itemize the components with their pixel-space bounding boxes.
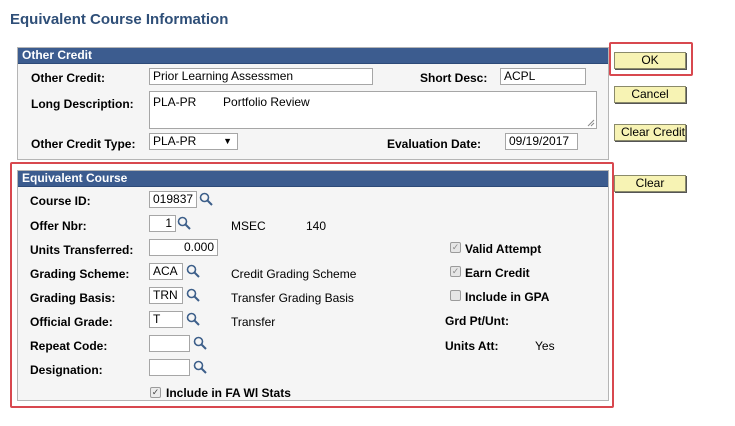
include-gpa-label: Include in GPA <box>465 290 550 304</box>
other-credit-label: Other Credit: <box>31 71 106 85</box>
long-desc-textarea[interactable]: PLA-PR Portfolio Review <box>149 91 597 129</box>
grading-scheme-input[interactable]: ACA <box>149 263 183 280</box>
ok-button[interactable]: OK <box>614 52 686 69</box>
units-transferred-input[interactable]: 0.000 <box>149 239 218 256</box>
course-id-input[interactable]: 019837 <box>149 191 197 208</box>
search-icon[interactable] <box>193 336 207 350</box>
search-icon[interactable] <box>199 192 213 206</box>
units-att-label: Units Att: <box>445 339 499 353</box>
fa-stats-label: Include in FA Wl Stats <box>166 386 291 400</box>
grading-basis-label: Grading Basis: <box>30 291 116 305</box>
search-icon[interactable] <box>186 288 200 302</box>
resize-grip-icon[interactable] <box>587 119 595 127</box>
designation-input[interactable] <box>149 359 190 376</box>
course-id-label: Course ID: <box>30 194 91 208</box>
designation-label: Designation: <box>30 363 103 377</box>
earn-credit-checkbox[interactable]: ✓ <box>450 266 461 277</box>
other-credit-type-label: Other Credit Type: <box>31 137 136 151</box>
grading-scheme-label: Grading Scheme: <box>30 267 130 281</box>
fa-stats-checkbox[interactable]: ✓ <box>150 387 161 398</box>
long-desc-value: PLA-PR Portfolio Review <box>153 95 310 109</box>
other-credit-header: Other Credit <box>18 48 608 64</box>
clear-credit-button[interactable]: Clear Credit <box>614 124 686 141</box>
offer-nbr-input[interactable]: 1 <box>149 215 176 232</box>
short-desc-label: Short Desc: <box>420 71 488 85</box>
repeat-code-input[interactable] <box>149 335 190 352</box>
include-gpa-checkbox[interactable] <box>450 290 461 301</box>
search-icon[interactable] <box>186 312 200 326</box>
other-credit-type-value: PLA-PR <box>153 134 197 148</box>
valid-attempt-label: Valid Attempt <box>465 242 542 256</box>
grading-basis-desc: Transfer Grading Basis <box>231 291 354 305</box>
grading-scheme-desc: Credit Grading Scheme <box>231 267 357 281</box>
valid-attempt-checkbox[interactable]: ✓ <box>450 242 461 253</box>
search-icon[interactable] <box>177 216 191 230</box>
repeat-code-label: Repeat Code: <box>30 339 108 353</box>
evaluation-date-label: Evaluation Date: <box>387 137 482 151</box>
evaluation-date-input[interactable]: 09/19/2017 <box>505 133 578 150</box>
units-transferred-label: Units Transferred: <box>30 243 134 257</box>
other-credit-input[interactable]: Prior Learning Assessmen <box>149 68 373 85</box>
official-grade-label: Official Grade: <box>30 315 113 329</box>
earn-credit-label: Earn Credit <box>465 266 530 280</box>
short-desc-input[interactable]: ACPL <box>500 68 586 85</box>
equivalent-course-header: Equivalent Course <box>18 171 608 187</box>
official-grade-input[interactable]: T <box>149 311 183 328</box>
offer-nbr-label: Offer Nbr: <box>30 219 87 233</box>
search-icon[interactable] <box>186 264 200 278</box>
cancel-button[interactable]: Cancel <box>614 86 686 103</box>
grading-basis-input[interactable]: TRN <box>149 287 183 304</box>
chevron-down-icon: ▼ <box>223 136 232 146</box>
units-att-value: Yes <box>535 339 555 353</box>
campus-number: 140 <box>306 219 327 233</box>
clear-button[interactable]: Clear <box>614 175 686 192</box>
search-icon[interactable] <box>193 360 207 374</box>
official-grade-desc: Transfer <box>231 315 276 329</box>
other-credit-type-select[interactable]: PLA-PR ▼ <box>149 133 238 150</box>
equivalent-course-section: Equivalent Course <box>17 170 609 401</box>
grd-pt-unt-label: Grd Pt/Unt: <box>445 314 509 328</box>
campus-code: MSEC <box>231 219 266 233</box>
long-desc-label: Long Description: <box>31 97 134 111</box>
page-title: Equivalent Course Information <box>10 11 229 28</box>
